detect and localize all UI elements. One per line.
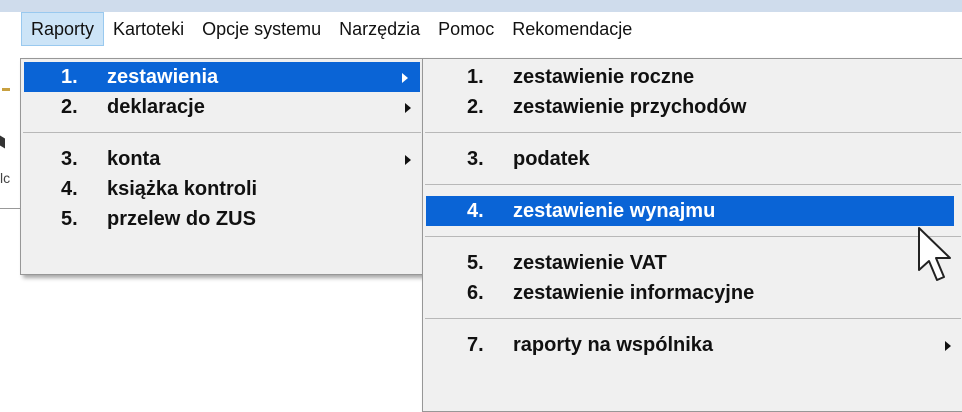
menu-item-label: podatek — [513, 148, 590, 170]
menu-item-zestawienie-informacyjne[interactable]: 6. zestawienie informacyjne — [423, 278, 962, 308]
chevron-right-icon — [945, 341, 951, 351]
menubar-item-opcje-systemu[interactable]: Opcje systemu — [193, 12, 330, 46]
menu-item-label: książka kontroli — [107, 178, 258, 200]
menu-item-number: 1. — [467, 66, 484, 88]
menu-item-number: 6. — [467, 282, 484, 304]
menu-item-label: przelew do ZUS — [107, 208, 256, 230]
menu-separator — [23, 132, 421, 133]
menu-item-number: 2. — [61, 96, 78, 118]
menu-item-number: 7. — [467, 334, 484, 356]
menu-separator — [425, 132, 961, 133]
background-divider — [0, 208, 20, 209]
menu-item-number: 1. — [61, 66, 78, 88]
menu-item-number: 4. — [61, 178, 78, 200]
background-text-fragment: lc — [0, 170, 11, 186]
menu-item-deklaracje[interactable]: 2. deklaracje — [21, 92, 423, 122]
menu-bar: Raporty Kartoteki Opcje systemu Narzędzi… — [0, 12, 962, 46]
menu-item-konta[interactable]: 3. konta — [21, 144, 423, 174]
menu-item-number: 2. — [467, 96, 484, 118]
menu-item-label: zestawienia — [107, 66, 219, 88]
menubar-item-kartoteki[interactable]: Kartoteki — [104, 12, 193, 46]
menubar-item-rekomendacje[interactable]: Rekomendacje — [503, 12, 641, 46]
menu-item-raporty-na-wspolnika[interactable]: 7. raporty na wspólnika — [423, 330, 962, 360]
toolbar-fragment-icon — [2, 88, 10, 91]
menu-item-label: zestawienie VAT — [513, 252, 667, 274]
window-top-edge — [0, 0, 962, 12]
menu-item-label: zestawienie roczne — [513, 66, 695, 88]
menu-item-label: zestawienie wynajmu — [513, 200, 716, 222]
menu-item-ksiazka-kontroli[interactable]: 4. książka kontroli — [21, 174, 423, 204]
menu-item-label: deklaracje — [107, 96, 205, 118]
menu-item-zestawienia[interactable]: 1. zestawienia — [24, 62, 420, 92]
raporty-dropdown-menu: 1. zestawienia 2. deklaracje 3. konta 4.… — [20, 58, 424, 275]
menu-item-zestawienie-wynajmu[interactable]: 4. zestawienie wynajmu — [426, 196, 954, 226]
menu-item-label: zestawienie przychodów — [513, 96, 747, 118]
menu-item-label: raporty na wspólnika — [513, 334, 714, 356]
menubar-item-raporty[interactable]: Raporty — [21, 12, 105, 46]
toolbar-fragment-icon — [0, 135, 5, 149]
mouse-pointer-icon — [918, 227, 951, 281]
menu-item-label: konta — [107, 148, 161, 170]
menu-item-number: 3. — [467, 148, 484, 170]
menu-item-number: 4. — [467, 200, 484, 222]
chevron-right-icon — [405, 155, 411, 165]
menu-item-zestawienie-roczne[interactable]: 1. zestawienie roczne — [423, 62, 962, 92]
zestawienia-submenu: 1. zestawienie roczne 2. zestawienie prz… — [422, 58, 962, 412]
menu-separator — [425, 236, 961, 237]
menu-item-number: 3. — [61, 148, 78, 170]
chevron-right-icon — [402, 73, 408, 83]
menu-item-podatek[interactable]: 3. podatek — [423, 144, 962, 174]
menubar-item-pomoc[interactable]: Pomoc — [429, 12, 503, 46]
menu-item-zestawienie-przychodow[interactable]: 2. zestawienie przychodów — [423, 92, 962, 122]
menu-item-label: zestawienie informacyjne — [513, 282, 755, 304]
menu-separator — [425, 318, 961, 319]
menubar-item-narzedzia[interactable]: Narzędzia — [330, 12, 429, 46]
menu-item-zestawienie-vat[interactable]: 5. zestawienie VAT — [423, 248, 962, 278]
menu-item-przelew-do-zus[interactable]: 5. przelew do ZUS — [21, 204, 423, 234]
chevron-right-icon — [405, 103, 411, 113]
menu-item-number: 5. — [61, 208, 78, 230]
menu-item-number: 5. — [467, 252, 484, 274]
menu-separator — [425, 184, 961, 185]
